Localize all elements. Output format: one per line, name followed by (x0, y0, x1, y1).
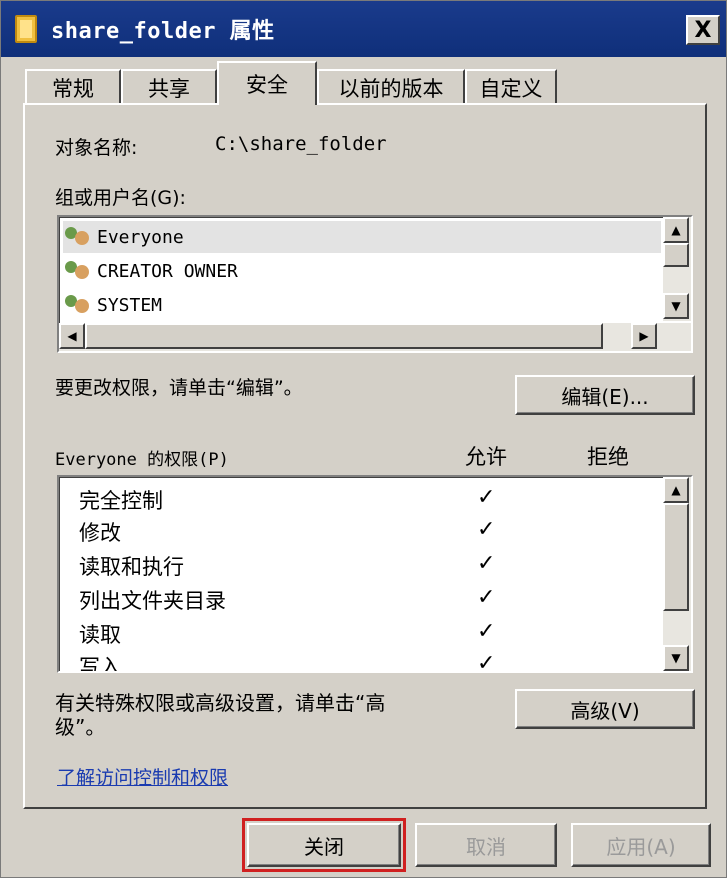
close-button[interactable]: 关闭 (242, 818, 406, 872)
group-name: SYSTEM (97, 294, 163, 316)
scroll-up-icon[interactable]: ▲ (663, 217, 689, 243)
access-control-help-link[interactable]: 了解访问控制和权限 (57, 763, 228, 790)
window-title: share_folder 属性 (51, 19, 275, 44)
allow-check-icon: ✓ (477, 485, 496, 510)
edit-button[interactable]: 编辑(E)... (515, 375, 695, 415)
groups-label: 组或用户名(G): (55, 187, 186, 209)
title-bar[interactable]: share_folder 属性 X (1, 1, 726, 57)
groups-horizontal-scrollbar[interactable]: ◀ ▶ (59, 323, 691, 351)
security-panel: 对象名称: C:\share_folder 组或用户名(G): Everyone… (23, 103, 707, 809)
list-item[interactable]: Everyone (63, 221, 661, 253)
close-icon[interactable]: X (686, 15, 720, 45)
permissions-listbox: 完全控制 ✓ 修改 ✓ 读取和执行 ✓ 列出文件夹目录 ✓ 读取 ✓ 写入 ✓ … (57, 475, 693, 673)
tab-general[interactable]: 常规 (25, 69, 121, 105)
allow-check-icon: ✓ (477, 551, 496, 576)
folder-icon (15, 15, 37, 43)
permission-name: 读取 (79, 623, 121, 647)
permissions-header: Everyone 的权限(P) (55, 450, 229, 470)
list-item[interactable]: CREATOR OWNER (63, 255, 661, 287)
object-name-value: C:\share_folder (215, 133, 387, 155)
permission-name: 读取和执行 (79, 555, 184, 579)
group-name: CREATOR OWNER (97, 260, 238, 282)
permission-name: 完全控制 (79, 489, 163, 513)
advanced-button[interactable]: 高级(V) (515, 689, 695, 729)
advanced-hint-line2: 级”。 (55, 715, 106, 739)
list-item[interactable]: SYSTEM (63, 289, 661, 321)
user-group-icon (63, 259, 93, 283)
allow-check-icon: ✓ (477, 619, 496, 644)
scroll-down-icon[interactable]: ▼ (663, 293, 689, 319)
tab-customize[interactable]: 自定义 (465, 69, 557, 105)
groups-vertical-scrollbar[interactable]: ▲ ▼ (663, 217, 691, 321)
permission-name: 列出文件夹目录 (79, 589, 226, 613)
groups-listbox[interactable]: Everyone CREATOR OWNER SYSTEM ▲ ▼ ◀ ▶ (57, 215, 693, 353)
scroll-left-icon[interactable]: ◀ (59, 323, 85, 349)
edit-hint: 要更改权限，请单击“编辑”。 (55, 377, 303, 399)
allow-check-icon: ✓ (477, 517, 496, 542)
scroll-thumb[interactable] (85, 323, 603, 349)
scroll-up-icon[interactable]: ▲ (663, 477, 689, 503)
scroll-thumb[interactable] (663, 503, 689, 611)
permission-name: 写入 (79, 655, 121, 673)
scroll-thumb[interactable] (663, 243, 689, 267)
permissions-vertical-scrollbar[interactable]: ▲ ▼ (663, 477, 691, 671)
scroll-right-icon[interactable]: ▶ (631, 323, 657, 349)
scroll-down-icon[interactable]: ▼ (663, 645, 689, 671)
allow-check-icon: ✓ (477, 651, 496, 673)
deny-column-header: 拒绝 (587, 445, 629, 469)
tab-security[interactable]: 安全 (217, 61, 317, 105)
user-group-icon (63, 225, 93, 249)
user-group-icon (63, 293, 93, 317)
cancel-button[interactable]: 取消 (415, 823, 557, 867)
allow-column-header: 允许 (465, 445, 507, 469)
group-name: Everyone (97, 226, 184, 248)
allow-check-icon: ✓ (477, 585, 496, 610)
permission-name: 修改 (79, 521, 121, 545)
tab-previous-versions[interactable]: 以前的版本 (317, 69, 465, 105)
apply-button[interactable]: 应用(A) (571, 823, 711, 867)
tab-sharing[interactable]: 共享 (121, 69, 217, 105)
object-name-label: 对象名称: (55, 137, 138, 159)
properties-window: share_folder 属性 X 常规 共享 安全 以前的版本 自定义 对象名… (0, 0, 727, 878)
